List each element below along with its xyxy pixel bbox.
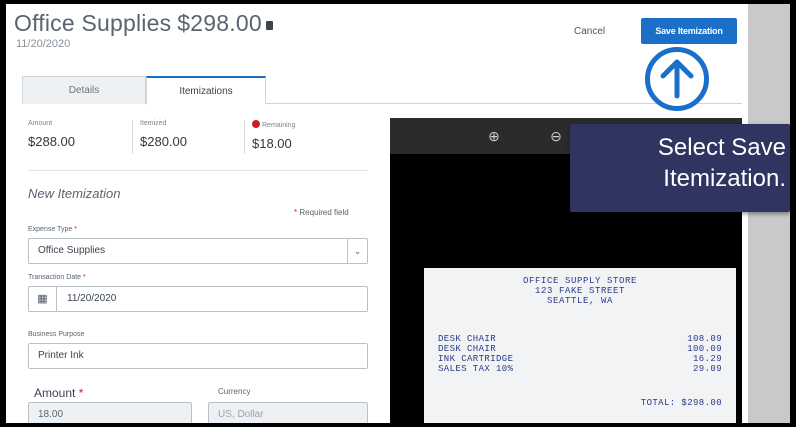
currency-label: Currency xyxy=(218,387,251,396)
instruction-text: Select Save Itemization. xyxy=(570,132,786,194)
amount-value: 18.00 xyxy=(38,409,64,420)
screen-edge xyxy=(748,4,790,423)
receipt-store: OFFICE SUPPLY STORE xyxy=(522,276,638,286)
instruction-line-2: Itemization. xyxy=(663,165,786,192)
receipt-city: SEATTLE, WA xyxy=(546,296,613,306)
cancel-link[interactable]: Cancel xyxy=(574,26,605,37)
business-purpose-input[interactable]: Printer Ink xyxy=(28,343,368,369)
receipt-line-name: DESK CHAIR xyxy=(438,344,497,354)
receipt-line-price: 100.09 xyxy=(687,344,722,354)
arrow-up-icon xyxy=(645,47,709,111)
summary-itemized-value: $280.00 xyxy=(140,134,187,149)
receipt-line-name: SALES TAX 10% xyxy=(438,364,514,374)
transaction-date-value: 11/20/2020 xyxy=(67,293,117,304)
expense-amount: $298.00 xyxy=(177,10,262,36)
summary-amount: Amount $288.00 xyxy=(28,120,75,149)
receipt-icon[interactable] xyxy=(265,21,273,30)
transaction-date-input[interactable]: ▦ 11/20/2020 xyxy=(28,286,368,312)
instruction-line-1: Select Save xyxy=(657,134,786,161)
transaction-date-label: Transaction Date * xyxy=(28,274,86,281)
chevron-down-icon[interactable]: ⌄ xyxy=(347,239,367,263)
business-purpose-value: Printer Ink xyxy=(38,350,84,361)
summary-itemized: Itemized $280.00 xyxy=(140,120,187,149)
tab-details[interactable]: Details xyxy=(22,76,146,104)
summary-amount-label: Amount xyxy=(28,120,53,127)
receipt-line-price: 108.09 xyxy=(687,334,722,344)
page-title: Office Supplies $298.00 xyxy=(14,10,273,37)
alert-icon xyxy=(252,120,260,128)
receipt-line-price: 29.09 xyxy=(692,364,722,374)
receipt-street: 123 FAKE STREET xyxy=(534,286,625,296)
section-divider xyxy=(28,170,368,171)
expense-title: Office Supplies xyxy=(14,10,172,36)
receipt-line-price: 16.29 xyxy=(692,354,722,364)
save-itemization-button[interactable]: Save Itemization xyxy=(641,18,737,44)
summary-amount-value: $288.00 xyxy=(28,134,75,149)
amount-label: Amount * xyxy=(34,386,84,400)
expense-date: 11/20/2020 xyxy=(16,38,71,50)
zoom-in-icon[interactable]: ⊕ xyxy=(484,126,504,146)
receipt-total: TOTAL: $298.00 xyxy=(640,398,722,408)
required-note: * Required field xyxy=(294,208,349,217)
instruction-callout: Select Save Itemization. xyxy=(570,124,790,212)
calendar-icon[interactable]: ▦ xyxy=(29,287,57,311)
business-purpose-label: Business Purpose xyxy=(28,331,85,338)
section-title: New Itemization xyxy=(28,186,121,201)
summary-itemized-label: Itemized xyxy=(140,120,167,127)
receipt-line-name: INK CARTRIDGE xyxy=(438,354,514,364)
summary-divider xyxy=(244,120,245,154)
expense-type-label: Expense Type * xyxy=(28,226,77,233)
summary-remaining: Remaining $18.00 xyxy=(252,120,295,151)
zoom-out-icon[interactable]: ⊖ xyxy=(546,126,566,146)
summary-divider xyxy=(132,120,133,154)
summary-remaining-label: Remaining xyxy=(262,122,296,129)
receipt-image: OFFICE SUPPLY STORE 123 FAKE STREET SEAT… xyxy=(424,268,736,423)
receipt-line-name: DESK CHAIR xyxy=(438,334,497,344)
summary-remaining-value: $18.00 xyxy=(252,136,292,151)
expense-type-select[interactable]: Office Supplies ⌄ xyxy=(28,238,368,264)
tab-bar: Details Itemizations xyxy=(22,76,742,105)
currency-select[interactable]: US, Dollar xyxy=(208,402,368,423)
amount-input[interactable]: 18.00 xyxy=(28,402,192,423)
video-frame: Office Supplies $298.00 11/20/2020 Cancel… xyxy=(0,0,796,427)
currency-value: US, Dollar xyxy=(218,409,264,420)
tab-itemizations[interactable]: Itemizations xyxy=(146,76,266,105)
expense-type-value: Office Supplies xyxy=(38,245,106,256)
expense-window: Office Supplies $298.00 11/20/2020 Cancel… xyxy=(6,4,748,423)
